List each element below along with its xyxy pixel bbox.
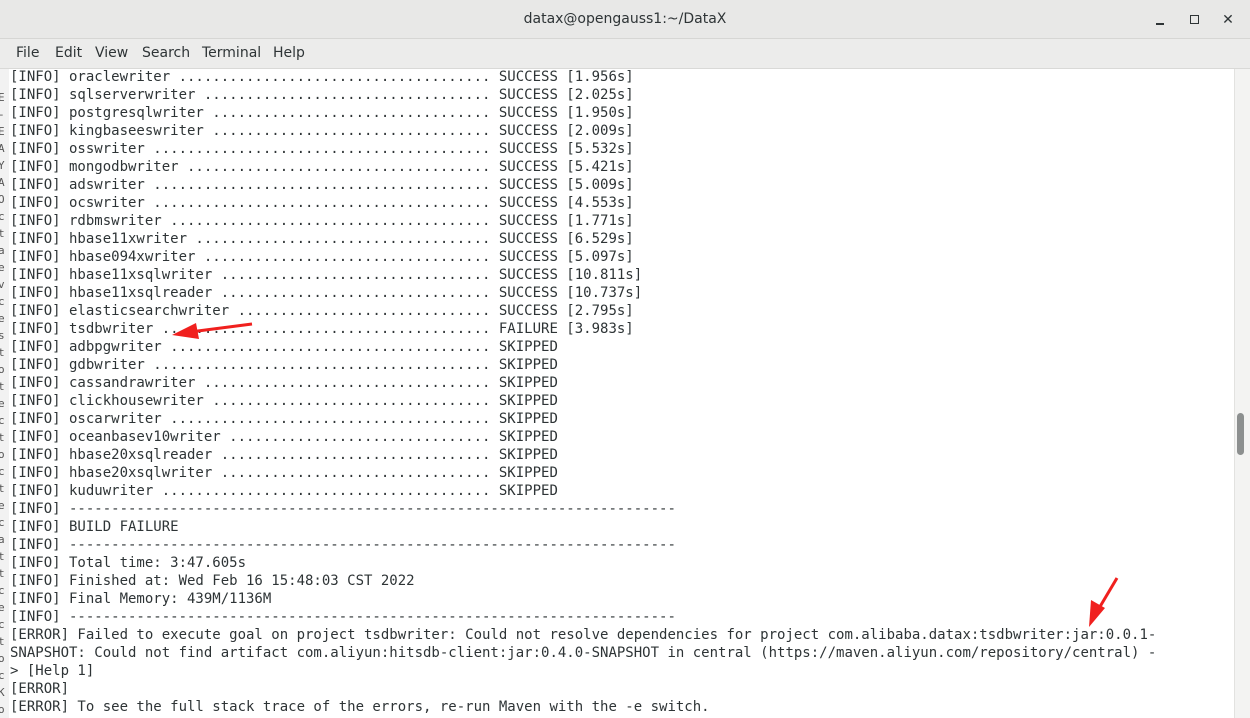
terminal-line: [ERROR] <box>10 681 70 697</box>
terminal-line: [INFO] ---------------------------------… <box>10 609 676 625</box>
background-glyph: O <box>0 193 5 206</box>
background-glyph: s <box>0 329 5 342</box>
background-glyph: e <box>0 397 5 410</box>
terminal-output[interactable]: [INFO] oraclewriter ....................… <box>9 69 1234 718</box>
background-glyph: c <box>0 295 5 308</box>
terminal-line: [INFO] sqlserverwriter .................… <box>10 87 634 103</box>
background-glyph: a <box>0 244 5 257</box>
background-glyph: E <box>0 91 5 104</box>
background-glyph: E <box>0 125 5 138</box>
background-glyph: c <box>0 584 5 597</box>
terminal-line: [INFO] hbase20xsqlreader ...............… <box>10 447 558 463</box>
maximize-button[interactable] <box>1183 9 1205 31</box>
maximize-icon <box>1189 15 1199 24</box>
background-glyph: K <box>0 686 5 699</box>
terminal-line: [INFO] Total time: 3:47.605s <box>10 555 247 571</box>
terminal-line: [INFO] oceanbasev10writer ..............… <box>10 429 558 445</box>
background-glyph: t <box>0 550 5 563</box>
menu-search[interactable]: Search <box>142 45 190 61</box>
background-glyph: t <box>0 380 5 393</box>
terminal-line: [INFO] clickhousewriter ................… <box>10 393 558 409</box>
background-glyph: t <box>0 567 5 580</box>
background-glyph: o <box>0 703 5 716</box>
terminal-line: [ERROR] To see the full stack trace of t… <box>10 699 710 715</box>
terminal-line: [INFO] hbase11xsqlreader ...............… <box>10 285 643 301</box>
background-glyph: o <box>0 448 5 461</box>
menu-help[interactable]: Help <box>273 45 305 61</box>
background-glyph: c <box>0 618 5 631</box>
background-glyph: t <box>0 431 5 444</box>
terminal-line: [INFO] oraclewriter ....................… <box>10 69 634 85</box>
terminal-window: datax@opengauss1:~/DataX ✕ File Edit Vie… <box>0 0 1250 718</box>
terminal-line: [INFO] BUILD FAILURE <box>10 519 179 535</box>
background-glyph: e <box>0 499 5 512</box>
terminal-line: SNAPSHOT: Could not find artifact com.al… <box>10 645 1157 661</box>
terminal-line: [INFO] adbpgwriter .....................… <box>10 339 558 355</box>
terminal-line: [INFO] osswriter .......................… <box>10 141 634 157</box>
terminal-line: [INFO] Final Memory: 439M/1136M <box>10 591 272 607</box>
window-title: datax@opengauss1:~/DataX <box>523 11 727 27</box>
terminal-line: [INFO] postgresqlwriter ................… <box>10 105 634 121</box>
background-glyph: Y <box>0 159 5 172</box>
background-glyph: t <box>0 635 5 648</box>
terminal-line: [INFO] cassandrawriter .................… <box>10 375 558 391</box>
menu-view[interactable]: View <box>95 45 128 61</box>
background-glyph: a <box>0 533 5 546</box>
terminal-line: [INFO] gdbwriter .......................… <box>10 357 558 373</box>
terminal-line: [INFO] elasticsearchwriter .............… <box>10 303 634 319</box>
background-glyph: e <box>0 601 5 614</box>
terminal-line: [ERROR] Failed to execute goal on projec… <box>10 627 1157 643</box>
background-glyph: c <box>0 669 5 682</box>
scrollbar-track[interactable] <box>1234 69 1250 718</box>
menu-terminal[interactable]: Terminal <box>202 45 261 61</box>
background-glyph: o <box>0 652 5 665</box>
background-glyph: o <box>0 363 5 376</box>
background-glyph: t <box>0 482 5 495</box>
background-glyph: c <box>0 414 5 427</box>
menu-edit[interactable]: Edit <box>55 45 82 61</box>
terminal-line: > [Help 1] <box>10 663 95 679</box>
terminal-line: [INFO] hbase11xwriter ..................… <box>10 231 634 247</box>
terminal-line: [INFO] hbase094xwriter .................… <box>10 249 634 265</box>
terminal-line: [INFO] tsdbwriter ......................… <box>10 321 634 337</box>
terminal-line: [INFO] ocswriter .......................… <box>10 195 634 211</box>
terminal-line: [INFO] hbase20xsqlwriter ...............… <box>10 465 558 481</box>
background-glyph: e <box>0 261 5 274</box>
terminal-line: [INFO] ---------------------------------… <box>10 501 676 517</box>
terminal-line: [INFO] adswriter .......................… <box>10 177 634 193</box>
terminal-line: [INFO] hbase11xsqlwriter ...............… <box>10 267 643 283</box>
background-glyph: A <box>0 142 5 155</box>
background-glyph: t <box>0 346 5 359</box>
terminal-line: [INFO] rdbmswriter .....................… <box>10 213 634 229</box>
terminal-line: [INFO] kingbaseeswriter ................… <box>10 123 634 139</box>
background-glyph: c <box>0 465 5 478</box>
minimize-icon <box>1156 23 1164 25</box>
scrollbar-thumb[interactable] <box>1237 413 1244 455</box>
minimize-button[interactable] <box>1149 9 1171 31</box>
background-glyph: t <box>0 227 5 240</box>
background-glyph: c <box>0 516 5 529</box>
background-window-edge: E-EAYAOctaevcestotectoctecattcectocKo <box>0 69 9 718</box>
close-button[interactable]: ✕ <box>1217 9 1239 31</box>
terminal-line: [INFO] mongodbwriter ...................… <box>10 159 634 175</box>
menu-file[interactable]: File <box>16 45 39 61</box>
terminal-line: [INFO] Finished at: Wed Feb 16 15:48:03 … <box>10 573 415 589</box>
background-glyph: e <box>0 312 5 325</box>
menu-bar: File Edit View Search Terminal Help <box>0 39 1250 69</box>
background-glyph: - <box>0 108 5 121</box>
terminal-line: [INFO] kuduwriter ......................… <box>10 483 558 499</box>
background-glyph: A <box>0 176 5 189</box>
close-icon: ✕ <box>1222 12 1234 28</box>
background-glyph: c <box>0 210 5 223</box>
title-bar[interactable]: datax@opengauss1:~/DataX ✕ <box>0 0 1250 39</box>
terminal-line: [INFO] oscarwriter .....................… <box>10 411 558 427</box>
background-glyph: v <box>0 278 5 291</box>
terminal-line: [INFO] ---------------------------------… <box>10 537 676 553</box>
